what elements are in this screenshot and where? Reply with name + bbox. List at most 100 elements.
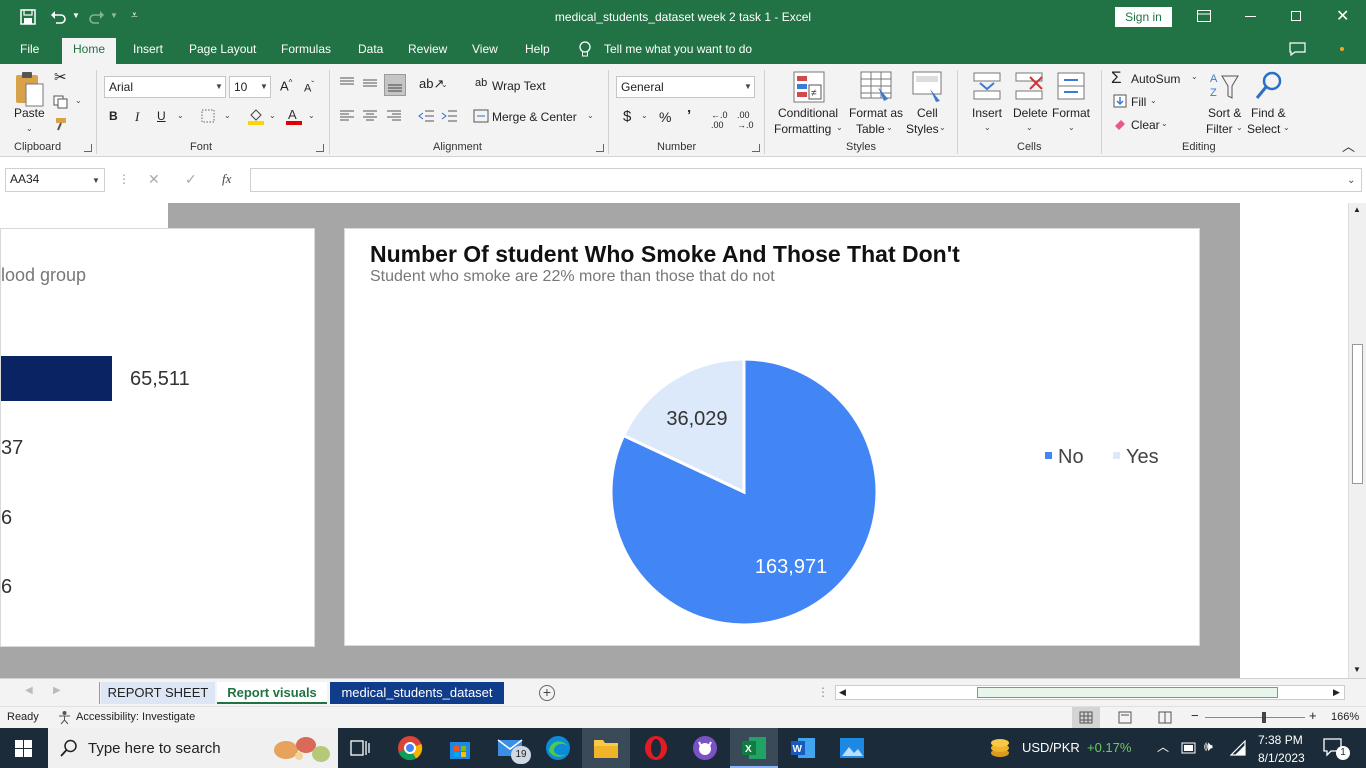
format-as-table-dropdown-icon[interactable]: ⌄ <box>886 123 893 132</box>
borders-icon[interactable] <box>201 109 215 123</box>
tab-help[interactable]: Help <box>525 42 550 56</box>
close-icon[interactable]: ✕ <box>1336 6 1349 26</box>
autosum-dropdown-icon[interactable]: ⌄ <box>1191 72 1198 81</box>
zoom-out-icon[interactable]: − <box>1191 708 1199 723</box>
tab-review[interactable]: Review <box>408 42 447 56</box>
redo-dropdown-icon[interactable]: ▼ <box>110 11 118 20</box>
font-size-dropdown-icon[interactable]: ▼ <box>260 82 268 91</box>
maximize-icon[interactable] <box>1291 11 1301 21</box>
zoom-slider[interactable] <box>1205 717 1305 718</box>
tab-page-layout[interactable]: Page Layout <box>189 42 256 56</box>
clock-time[interactable]: 7:38 PM <box>1258 733 1303 747</box>
conditional-formatting-dropdown-icon[interactable]: ⌄ <box>836 123 843 132</box>
paste-icon[interactable] <box>13 70 45 108</box>
tab-view[interactable]: View <box>472 42 498 56</box>
borders-dropdown-icon[interactable]: ⌄ <box>224 111 231 120</box>
clear-button[interactable]: Clear <box>1131 118 1160 132</box>
enter-entry-icon[interactable]: ✓ <box>185 171 197 188</box>
cell-styles-dropdown-icon[interactable]: ⌄ <box>939 123 946 132</box>
redo-icon[interactable] <box>89 9 105 25</box>
sheet-area[interactable]: lood group 65,511 37 6 6 Number Of stude… <box>0 203 1348 678</box>
cut-icon[interactable]: ✂ <box>54 68 67 86</box>
zoom-in-icon[interactable]: + <box>1309 708 1317 723</box>
bold-button[interactable]: B <box>109 109 118 123</box>
wrap-text-button[interactable]: Wrap Text <box>492 79 546 93</box>
autosum-button[interactable]: AutoSum <box>1131 72 1180 86</box>
decrease-indent-icon[interactable] <box>418 109 435 123</box>
format-cells-dropdown-icon[interactable]: ⌄ <box>1068 123 1075 132</box>
file-explorer-button[interactable] <box>582 728 630 768</box>
eraser-icon[interactable] <box>1113 117 1127 131</box>
horizontal-scroll-thumb[interactable] <box>977 687 1278 698</box>
delete-cells-dropdown-icon[interactable]: ⌄ <box>1026 123 1033 132</box>
decrease-font-icon[interactable]: Aˇ <box>304 80 314 95</box>
fill-dropdown-icon[interactable]: ⌄ <box>1150 96 1157 105</box>
comma-button[interactable]: ’ <box>687 107 691 124</box>
ticker-symbol[interactable]: USD/PKR <box>1022 740 1080 755</box>
tab-insert[interactable]: Insert <box>133 42 163 56</box>
formula-input[interactable] <box>250 168 1362 192</box>
fill-color-icon[interactable] <box>247 107 265 125</box>
font-name-dropdown-icon[interactable]: ▼ <box>215 82 223 91</box>
underline-dropdown-icon[interactable]: ⌄ <box>177 111 184 120</box>
expand-formula-bar-icon[interactable]: ⌄ <box>1347 175 1355 186</box>
edge-icon[interactable] <box>544 734 572 762</box>
sign-in-button[interactable]: Sign in <box>1115 7 1172 27</box>
sort-filter-dropdown-icon[interactable]: ⌄ <box>1236 123 1243 132</box>
copy-dropdown-icon[interactable]: ⌄ <box>75 96 82 105</box>
minimize-icon[interactable] <box>1245 16 1256 17</box>
volume-icon[interactable]: 🕪 <box>1204 738 1213 755</box>
currency-dropdown-icon[interactable]: ⌄ <box>641 111 648 120</box>
cancel-entry-icon[interactable]: ✕ <box>148 171 160 188</box>
find-select-label-1[interactable]: Find & <box>1251 106 1286 120</box>
italic-button[interactable]: I <box>135 109 139 125</box>
font-color-dropdown-icon[interactable]: ⌄ <box>308 111 315 120</box>
undo-icon[interactable] <box>50 9 66 25</box>
format-cells-button[interactable]: Format <box>1052 106 1090 120</box>
format-painter-icon[interactable] <box>54 116 70 132</box>
sheet-cells-strip[interactable] <box>0 203 168 228</box>
fill-color-dropdown-icon[interactable]: ⌄ <box>269 111 276 120</box>
accessibility-status[interactable]: Accessibility: Investigate <box>76 711 195 723</box>
sort-filter-label-2[interactable]: Filter <box>1206 122 1233 136</box>
underline-button[interactable]: U <box>157 109 166 123</box>
vertical-scroll-thumb[interactable] <box>1352 344 1363 484</box>
format-as-table-label-1[interactable]: Format as <box>849 106 903 120</box>
blood-group-chart[interactable]: lood group 65,511 37 6 6 <box>0 228 315 647</box>
sort-filter-icon[interactable]: AZ <box>1208 70 1240 102</box>
number-format-select[interactable]: General <box>616 76 755 98</box>
paste-dropdown-icon[interactable]: ⌄ <box>26 124 33 133</box>
zoom-slider-thumb[interactable] <box>1262 712 1266 723</box>
clipboard-launcher-icon[interactable] <box>84 144 92 152</box>
opera-icon[interactable] <box>642 734 670 762</box>
middle-align-icon[interactable] <box>362 77 378 89</box>
accessibility-icon[interactable] <box>57 710 72 725</box>
customize-toolbar-icon[interactable]: ⩡ <box>131 8 138 23</box>
conditional-formatting-label-2[interactable]: Formatting <box>774 122 831 136</box>
increase-decimal-icon[interactable]: ←.0.00 <box>711 110 728 130</box>
sheet-tab-report-sheet[interactable]: REPORT SHEET <box>101 682 215 704</box>
zoom-level[interactable]: 166% <box>1331 711 1359 723</box>
paste-label[interactable]: Paste <box>14 106 45 120</box>
next-sheet-icon[interactable]: ▶ <box>53 685 61 696</box>
scroll-down-icon[interactable]: ▼ <box>1353 665 1361 674</box>
word-icon[interactable]: W <box>789 734 817 762</box>
fill-icon[interactable] <box>1113 94 1127 108</box>
increase-indent-icon[interactable] <box>441 109 458 123</box>
excel-taskbar-button[interactable]: X <box>730 728 778 768</box>
clock-date[interactable]: 8/1/2023 <box>1258 751 1305 765</box>
fill-button[interactable]: Fill <box>1131 95 1146 109</box>
font-color-icon[interactable]: A <box>285 107 303 125</box>
save-icon[interactable] <box>20 9 36 25</box>
page-layout-view-icon[interactable] <box>1118 711 1132 724</box>
insert-cells-dropdown-icon[interactable]: ⌄ <box>984 123 991 132</box>
alignment-launcher-icon[interactable] <box>596 144 604 152</box>
tab-splitter-icon[interactable]: ⋮ <box>817 685 829 699</box>
vertical-scrollbar[interactable]: ▲ ▼ <box>1348 203 1366 678</box>
currency-button[interactable]: $ <box>623 108 631 125</box>
github-icon[interactable] <box>691 734 719 762</box>
find-select-label-2[interactable]: Select <box>1247 122 1280 136</box>
wifi-icon[interactable] <box>1230 740 1246 756</box>
align-center-icon[interactable] <box>362 110 378 122</box>
insert-cells-button[interactable]: Insert <box>972 106 1002 120</box>
